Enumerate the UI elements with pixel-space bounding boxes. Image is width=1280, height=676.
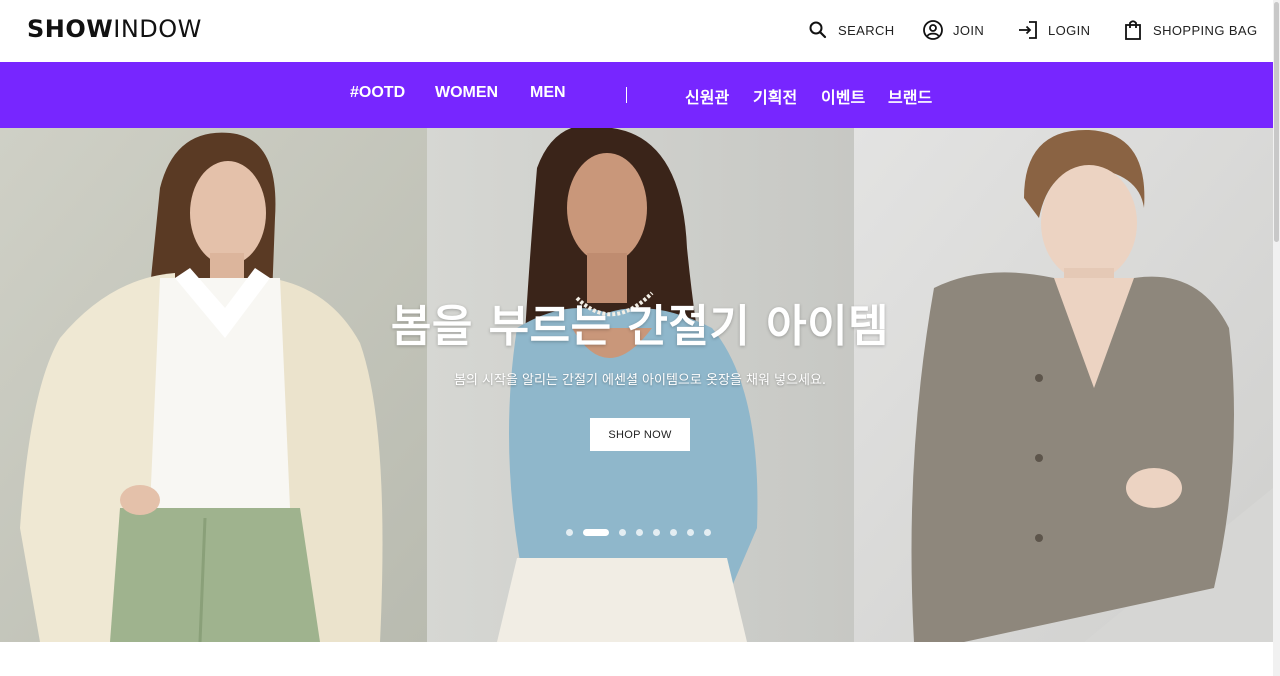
site-logo[interactable]: SHOW INDOW xyxy=(27,15,202,45)
hero-banner[interactable]: 봄을 부르는 간절기 아이템 봄의 시작을 알리는 간절기 에센셜 아이템으로 … xyxy=(0,128,1273,642)
carousel-dot-active[interactable] xyxy=(583,528,609,536)
carousel-dot[interactable] xyxy=(687,528,694,536)
search-label: SEARCH xyxy=(838,22,895,38)
site-header: SHOW INDOW SEARCH JOIN LOGIN SHOPPING BAG xyxy=(0,0,1280,62)
hero-subtitle: 봄의 시작을 알리는 간절기 에센셜 아이템으로 옷장을 채워 넣으세요. xyxy=(453,373,827,388)
carousel-dot[interactable] xyxy=(566,528,573,536)
join-button[interactable]: JOIN xyxy=(922,17,984,43)
content-below-fold xyxy=(0,642,1273,676)
shopping-bag-label: SHOPPING BAG xyxy=(1153,22,1258,38)
carousel-dot[interactable] xyxy=(619,528,626,536)
shop-now-button[interactable]: SHOP NOW xyxy=(590,418,690,451)
nav-divider xyxy=(626,87,627,103)
hero-title: 봄을 부르는 간절기 아이템 xyxy=(390,301,890,352)
main-nav: #OOTD WOMEN MEN 신원관 기획전 이벤트 브랜드 xyxy=(0,62,1273,128)
nav-item-women[interactable]: WOMEN xyxy=(435,84,498,102)
search-icon xyxy=(807,19,829,41)
user-circle-icon xyxy=(922,19,944,41)
scrollbar-thumb[interactable] xyxy=(1274,2,1279,242)
logo-bold-part: SHOW xyxy=(27,15,114,43)
login-arrow-icon xyxy=(1017,19,1039,41)
nav-item-new-hall[interactable]: 신원관 xyxy=(685,84,729,108)
nav-item-brand[interactable]: 브랜드 xyxy=(888,84,932,108)
carousel-dot[interactable] xyxy=(704,528,711,536)
nav-item-men[interactable]: MEN xyxy=(530,84,566,102)
shopping-bag-icon xyxy=(1122,19,1144,41)
login-label: LOGIN xyxy=(1048,22,1091,38)
nav-item-exhibition[interactable]: 기획전 xyxy=(753,84,797,108)
search-button[interactable]: SEARCH xyxy=(807,17,895,43)
nav-item-ootd[interactable]: #OOTD xyxy=(350,84,405,102)
logo-thin-part: INDOW xyxy=(113,15,202,43)
login-button[interactable]: LOGIN xyxy=(1017,17,1090,43)
carousel-pagination xyxy=(566,528,721,536)
carousel-dot[interactable] xyxy=(636,528,643,536)
carousel-dot[interactable] xyxy=(653,528,660,536)
carousel-dot[interactable] xyxy=(670,528,677,536)
join-label: JOIN xyxy=(953,22,985,38)
shopping-bag-button[interactable]: SHOPPING BAG xyxy=(1122,17,1258,43)
nav-item-event[interactable]: 이벤트 xyxy=(821,84,865,108)
